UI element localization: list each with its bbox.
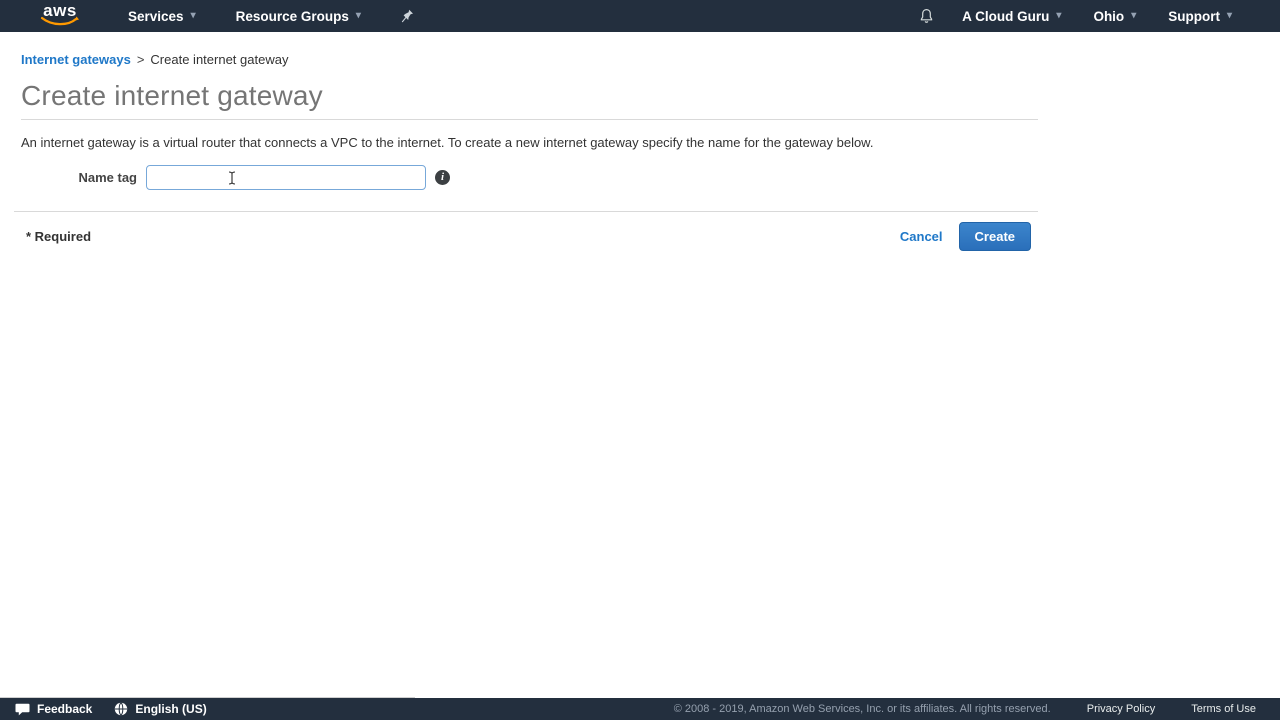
breadcrumb-internet-gateways-link[interactable]: Internet gateways [21, 52, 131, 67]
account-menu[interactable]: A Cloud Guru ▾ [962, 9, 1061, 24]
pin-shortcuts-button[interactable] [401, 9, 414, 24]
aws-logo-text: aws [43, 1, 77, 20]
cancel-button[interactable]: Cancel [900, 229, 943, 244]
region-menu-label: Ohio [1093, 8, 1125, 24]
region-menu[interactable]: Ohio ▾ [1093, 9, 1136, 24]
feedback-label: Feedback [37, 702, 93, 716]
chevron-down-icon: ▾ [190, 10, 196, 21]
name-tag-input[interactable] [146, 165, 426, 190]
main-content: Internet gateways > Create internet gate… [0, 32, 1280, 251]
chevron-down-icon: ▾ [1131, 10, 1137, 21]
globe-icon [115, 702, 128, 716]
chevron-down-icon: ▾ [1226, 10, 1232, 21]
resource-groups-menu[interactable]: Resource Groups ▾ [236, 9, 361, 24]
aws-logo[interactable]: aws [38, 1, 82, 28]
resource-groups-menu-label: Resource Groups [235, 8, 349, 24]
page-description: An internet gateway is a virtual router … [21, 135, 874, 150]
services-menu[interactable]: Services ▾ [128, 9, 196, 24]
feedback-bubble-icon [15, 703, 30, 715]
language-button[interactable]: English (US) [114, 702, 207, 716]
support-menu-label: Support [1168, 8, 1220, 24]
title-divider [21, 119, 1038, 120]
info-icon[interactable]: i [435, 170, 450, 185]
notifications-button[interactable] [919, 8, 934, 25]
name-tag-form-row: Name tag i [0, 165, 1280, 190]
required-note: * Required [26, 229, 92, 244]
form-actions-bar: * Required Cancel Create [0, 212, 1038, 251]
page-title: Create internet gateway [21, 80, 323, 111]
terms-of-use-link[interactable]: Terms of Use [1191, 703, 1256, 715]
breadcrumb-current: Create internet gateway [150, 52, 289, 67]
account-menu-label: A Cloud Guru [962, 8, 1050, 24]
copyright-text: © 2008 - 2019, Amazon Web Services, Inc.… [673, 703, 1051, 715]
create-button[interactable]: Create [958, 222, 1031, 251]
bell-icon [920, 8, 933, 23]
chevron-down-icon: ▾ [355, 10, 361, 21]
top-navbar: aws Services ▾ Resource Groups ▾ A Cloud… [0, 0, 1280, 32]
breadcrumb: Internet gateways > Create internet gate… [21, 52, 1280, 67]
services-menu-label: Services [128, 8, 184, 24]
breadcrumb-separator: > [136, 52, 145, 67]
support-menu[interactable]: Support ▾ [1168, 9, 1232, 24]
language-label: English (US) [135, 702, 207, 716]
chevron-down-icon: ▾ [1056, 10, 1062, 21]
feedback-button[interactable]: Feedback [15, 702, 92, 716]
pushpin-icon [401, 9, 413, 22]
name-tag-label: Name tag [78, 170, 137, 185]
footer-bar: Feedback English (US) © 2008 - 2019, Ama… [0, 698, 1280, 720]
privacy-policy-link[interactable]: Privacy Policy [1087, 703, 1155, 715]
